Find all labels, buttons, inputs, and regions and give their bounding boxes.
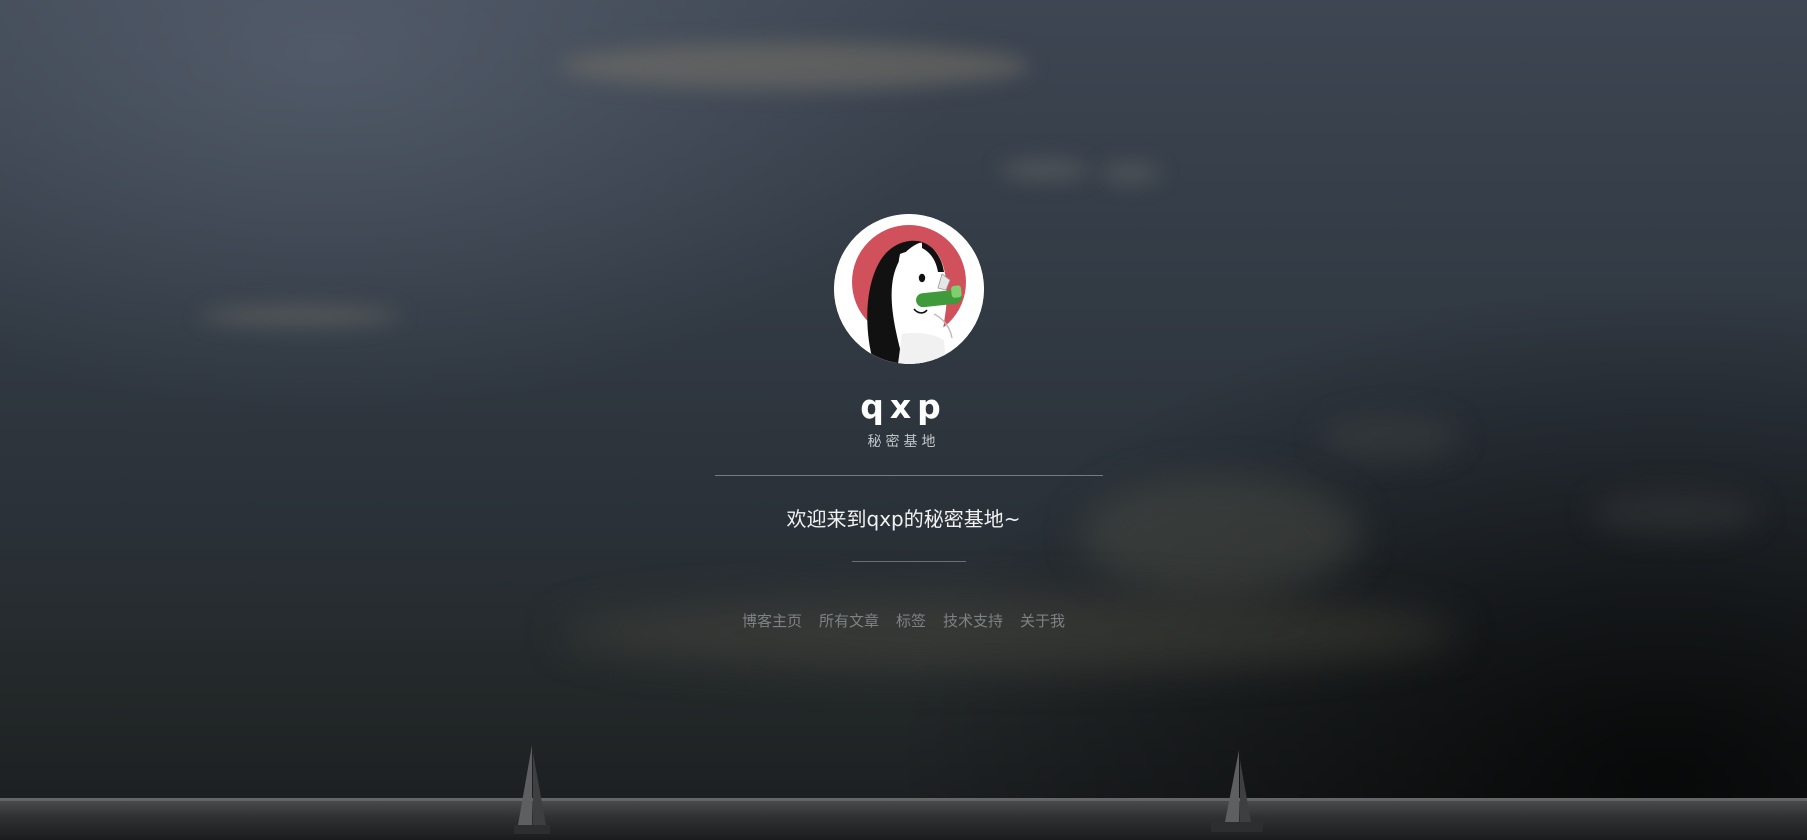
main-nav: 博客主页 所有文章 标签 技术支持 关于我 [0,610,1807,632]
nav-link-tags[interactable]: 标签 [896,610,926,632]
nav-link-about-me[interactable]: 关于我 [1020,610,1065,632]
welcome-message: 欢迎来到qxp的秘密基地~ [786,507,1021,531]
anime-girl-drinking-avatar-icon [834,214,984,364]
nav-link-all-articles[interactable]: 所有文章 [819,610,879,632]
profile-card: qxp 秘密基地 欢迎来到qxp的秘密基地~ 博客主页 所有文章 标签 技术支持… [0,0,1807,840]
avatar[interactable] [834,214,984,364]
divider [715,475,1103,476]
site-tagline: 秘密基地 [867,434,940,450]
nav-link-tech-support[interactable]: 技术支持 [943,610,1003,632]
nav-link-blog-home[interactable]: 博客主页 [742,610,802,632]
site-title: qxp [860,387,947,426]
divider [852,561,966,562]
